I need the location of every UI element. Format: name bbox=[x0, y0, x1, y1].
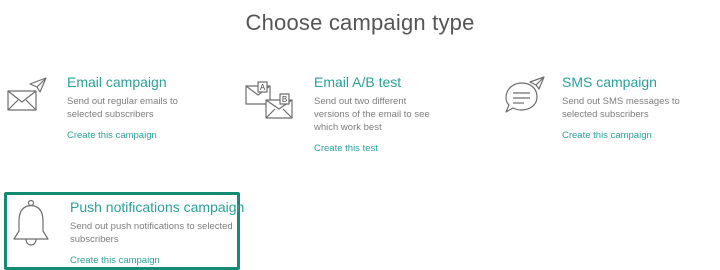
create-email-campaign-link[interactable]: Create this campaign bbox=[67, 130, 157, 141]
push-campaign-description: Send out push notifications to selected … bbox=[70, 221, 233, 245]
envelope-paper-plane-icon bbox=[6, 74, 52, 119]
email-campaign-description: Send out regular emails to selected subs… bbox=[67, 96, 178, 120]
envelope-a-label: A bbox=[260, 83, 266, 92]
create-push-campaign-link[interactable]: Create this campaign bbox=[70, 255, 160, 266]
create-ab-test-link[interactable]: Create this test bbox=[314, 143, 378, 154]
sms-campaign-description: Send out SMS messages to selected subscr… bbox=[562, 96, 680, 120]
push-campaign-selected-frame: Push notifications campaign Send out pus… bbox=[4, 192, 244, 270]
page-title: Choose campaign type bbox=[245, 10, 475, 35]
create-sms-campaign-link[interactable]: Create this campaign bbox=[562, 130, 652, 141]
bell-icon bbox=[11, 199, 51, 254]
email-ab-test-description: Send out two different versions of the e… bbox=[314, 96, 430, 133]
sms-campaign-title: SMS campaign bbox=[562, 74, 657, 90]
envelope-b-label: B bbox=[282, 95, 287, 104]
email-campaign-title: Email campaign bbox=[67, 74, 167, 90]
push-campaign-title: Push notifications campaign bbox=[70, 199, 245, 215]
email-ab-test-title: Email A/B test bbox=[314, 74, 402, 90]
envelopes-ab-icon: A B bbox=[244, 74, 300, 125]
speech-bubble-paper-plane-icon bbox=[502, 74, 548, 121]
